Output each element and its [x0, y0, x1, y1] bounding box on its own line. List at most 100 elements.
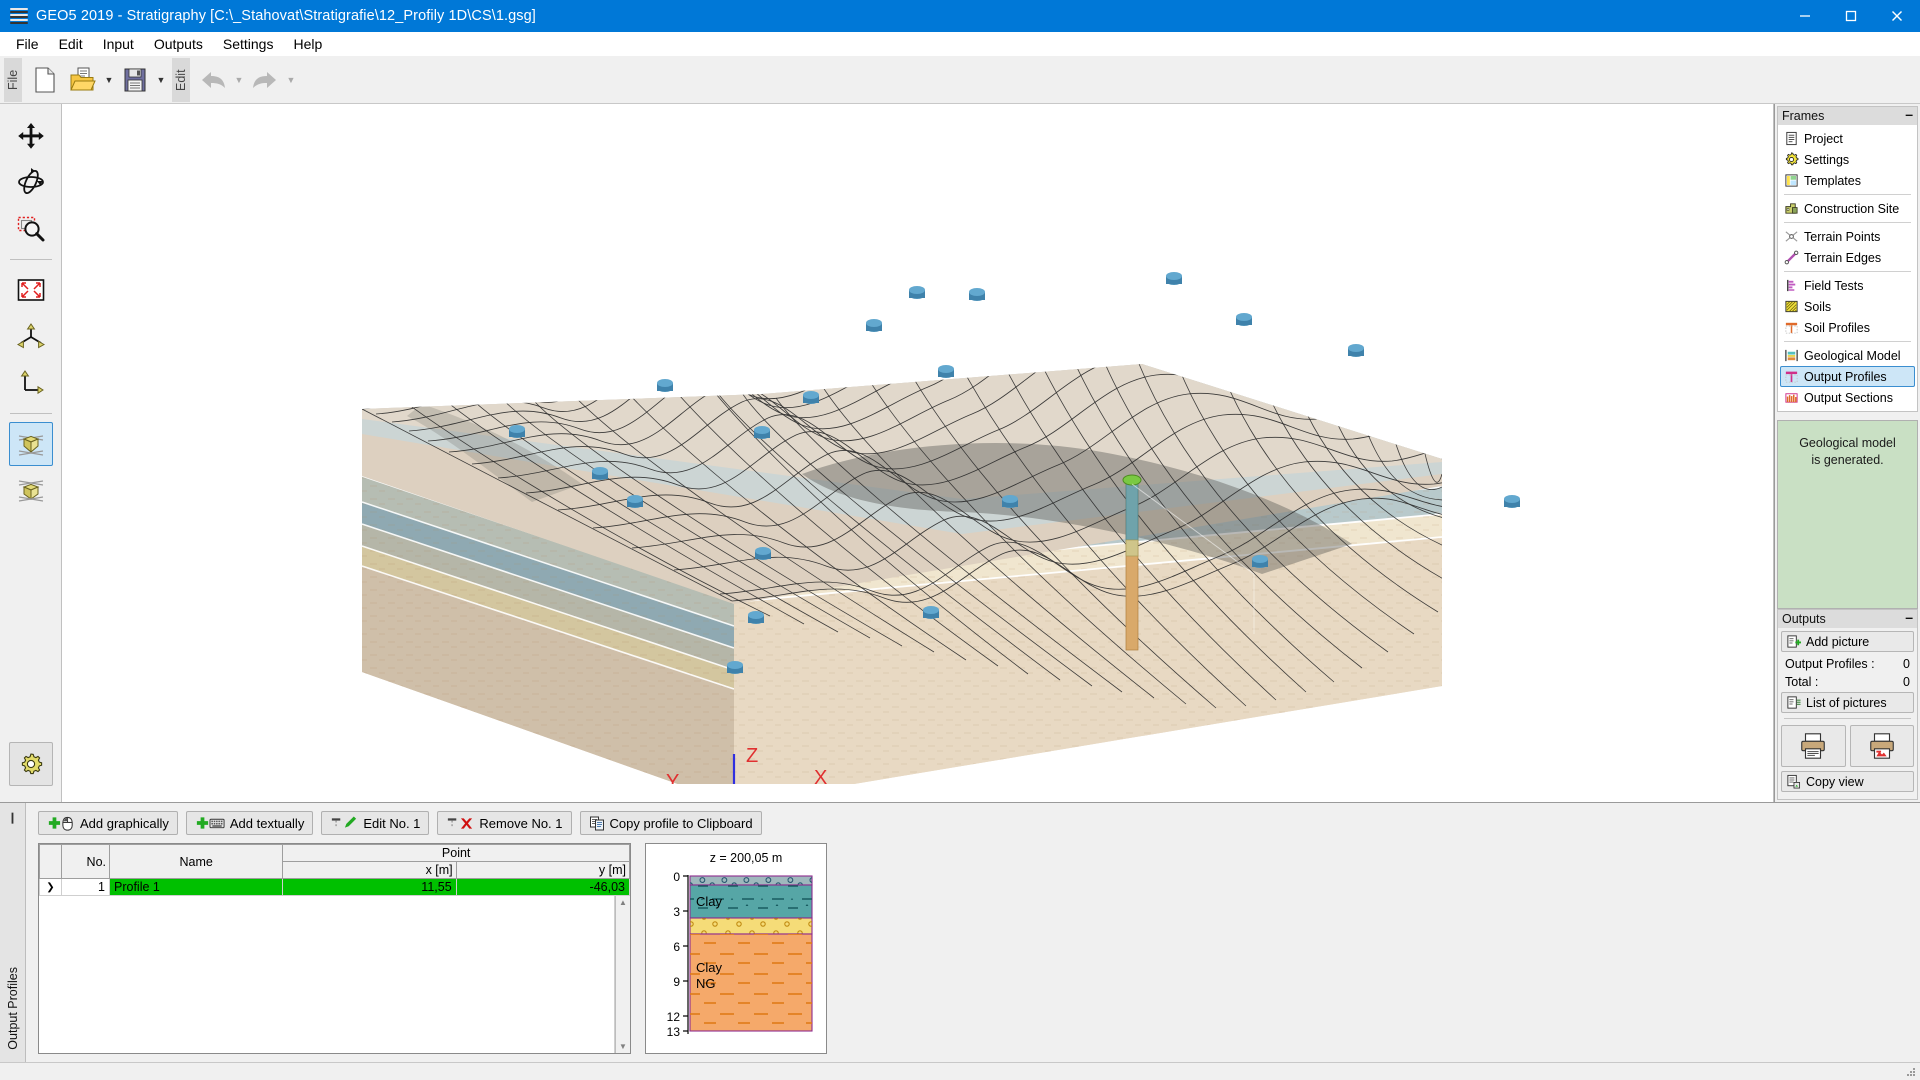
new-file-button[interactable]	[26, 60, 64, 100]
sidebar-item-soils[interactable]: Soils	[1780, 296, 1915, 317]
sidebar-item-geological-model[interactable]: Geological Model	[1780, 345, 1915, 366]
sidebar-item-output-profiles[interactable]: Output Profiles	[1780, 366, 1915, 387]
copy-profile-clipboard-button[interactable]: Copy profile to Clipboard	[579, 811, 762, 835]
menu-edit[interactable]: Edit	[49, 34, 93, 54]
save-dropdown[interactable]: ▼	[154, 60, 168, 100]
sidebar-item-settings[interactable]: Settings	[1780, 149, 1915, 170]
outputs-panel-header: Outputs –	[1777, 609, 1918, 628]
copy-profile-clipboard-label: Copy profile to Clipboard	[609, 815, 753, 831]
sidebar-label-soil-profiles: Soil Profiles	[1804, 320, 1870, 335]
print-document-button[interactable]	[1781, 725, 1846, 767]
bottom-panel-tab[interactable]: ❙ Output Profiles	[0, 803, 26, 1062]
header-row-1: No. Name Point	[39, 844, 630, 879]
frames-panel-header: Frames –	[1777, 106, 1918, 125]
soil-profile-chart: z = 200,05 m 0 3 6 9 12 13 Clay Clay NG	[667, 851, 813, 1039]
frames-panel-minimize[interactable]: –	[1905, 107, 1913, 121]
minimize-button[interactable]	[1782, 0, 1828, 32]
open-file-dropdown[interactable]: ▼	[102, 60, 116, 100]
sidebar-item-terrain-edges[interactable]: Terrain Edges	[1780, 247, 1915, 268]
cube-solid-icon	[18, 480, 43, 502]
add-textually-button[interactable]: Add textually	[185, 811, 314, 835]
close-button[interactable]	[1874, 0, 1920, 32]
document-icon	[1786, 131, 1797, 146]
list-of-pictures-button[interactable]: List of pictures	[1781, 692, 1914, 713]
axis-label-z: Z	[746, 745, 758, 767]
sidebar-item-project[interactable]: Project	[1780, 128, 1915, 149]
construction-site-icon	[1785, 203, 1798, 214]
sidebar-item-construction-site[interactable]: Construction Site	[1780, 198, 1915, 219]
sidebar-item-field-tests[interactable]: Field Tests	[1780, 275, 1915, 296]
add-picture-label: Add picture	[1806, 634, 1870, 649]
edit-profile-button[interactable]: Edit No. 1	[321, 811, 430, 835]
depth-tick-13: 13	[667, 1025, 681, 1039]
sidebar-item-output-sections[interactable]: Output Sections	[1780, 387, 1915, 408]
row-no: 1	[61, 878, 110, 896]
remove-profile-button[interactable]: Remove No. 1	[437, 811, 572, 835]
profiles-and-preview: No. Name Point x [m] y [m] ❯ 1 Profile 1…	[38, 843, 1910, 1054]
undo-button[interactable]	[194, 60, 232, 100]
sidebar-label-construction-site: Construction Site	[1804, 201, 1900, 216]
axonometric-view-button[interactable]	[9, 314, 53, 358]
total-count-label: Total :	[1785, 675, 1819, 689]
sidebar-label-output-profiles: Output Profiles	[1804, 369, 1887, 384]
sidebar-item-soil-profiles[interactable]: Soil Profiles	[1780, 317, 1915, 338]
zoom-window-tool-button[interactable]	[9, 206, 53, 250]
menu-file[interactable]: File	[6, 34, 49, 54]
status-message-box: Geological model is generated.	[1777, 420, 1918, 609]
bottom-panel: ❙ Output Profiles Add graphically Add te…	[0, 802, 1920, 1062]
add-picture-button[interactable]: Add picture	[1781, 631, 1914, 652]
output-profile-borehole[interactable]	[1122, 474, 1142, 651]
sidebar-item-terrain-points[interactable]: Terrain Points	[1780, 226, 1915, 247]
layer-label-clay-ng-1: Clay	[696, 960, 723, 975]
menu-outputs[interactable]: Outputs	[144, 34, 213, 54]
add-picture-icon	[1787, 635, 1801, 648]
depth-tick-6: 6	[673, 940, 680, 954]
menu-input[interactable]: Input	[93, 34, 144, 54]
redo-button[interactable]	[246, 60, 284, 100]
print-picture-button[interactable]	[1849, 725, 1914, 767]
grid-filler	[39, 896, 615, 1053]
pin-icon[interactable]: ❙	[8, 811, 17, 824]
redo-dropdown[interactable]: ▼	[284, 60, 298, 100]
add-graphically-button[interactable]: Add graphically	[38, 811, 178, 835]
view-full-cube-button[interactable]	[9, 468, 53, 512]
profile-elevation-label: z = 200,05 m	[710, 851, 783, 865]
col-marker-header	[39, 844, 62, 879]
scroll-down-arrow[interactable]: ▼	[619, 1042, 627, 1051]
zoom-all-tool-button[interactable]	[9, 268, 53, 312]
plan-view-button[interactable]	[9, 360, 53, 404]
view-settings-button[interactable]	[8, 742, 53, 786]
sidebar-separator-2	[1784, 222, 1911, 223]
sidebar-label-terrain-points: Terrain Points	[1804, 229, 1881, 244]
workspace: Z X Y Frames – Project Settings Template…	[0, 104, 1920, 802]
sidebar-label-templates: Templates	[1804, 173, 1861, 188]
open-file-button[interactable]	[64, 60, 102, 100]
col-point-header: Point	[282, 844, 630, 862]
axes-3d-icon	[16, 323, 45, 349]
row-marker: ❯	[39, 878, 62, 896]
total-count-value: 0	[1903, 675, 1910, 689]
grid-vertical-scrollbar[interactable]: ▲ ▼	[615, 896, 630, 1053]
resize-grip-icon[interactable]	[1905, 1066, 1917, 1078]
zoom-window-icon	[17, 216, 44, 242]
maximize-button[interactable]	[1828, 0, 1874, 32]
sidebar-item-templates[interactable]: Templates	[1780, 170, 1915, 191]
outputs-panel-minimize[interactable]: –	[1905, 610, 1913, 624]
geo5-stack-icon	[10, 7, 28, 25]
copy-view-button[interactable]: Copy view	[1781, 771, 1914, 792]
printer-document-icon	[1801, 733, 1826, 759]
scroll-up-arrow[interactable]: ▲	[619, 898, 627, 907]
undo-dropdown[interactable]: ▼	[232, 60, 246, 100]
row-name: Profile 1	[108, 878, 284, 896]
grid-empty-area: ▲ ▼	[39, 896, 630, 1053]
rotate-tool-button[interactable]	[9, 160, 53, 204]
pan-tool-button[interactable]	[9, 114, 53, 158]
menu-settings[interactable]: Settings	[213, 34, 284, 54]
col-x-header: x [m]	[282, 861, 457, 879]
menu-help[interactable]: Help	[283, 34, 332, 54]
output-profiles-table[interactable]: No. Name Point x [m] y [m] ❯ 1 Profile 1…	[38, 843, 631, 1054]
save-button[interactable]	[116, 60, 154, 100]
model-3d-viewport[interactable]: Z X Y	[62, 104, 1774, 802]
table-row[interactable]: ❯ 1 Profile 1 11,55 -46,03	[39, 878, 631, 896]
view-top-cut-button[interactable]	[8, 422, 53, 466]
